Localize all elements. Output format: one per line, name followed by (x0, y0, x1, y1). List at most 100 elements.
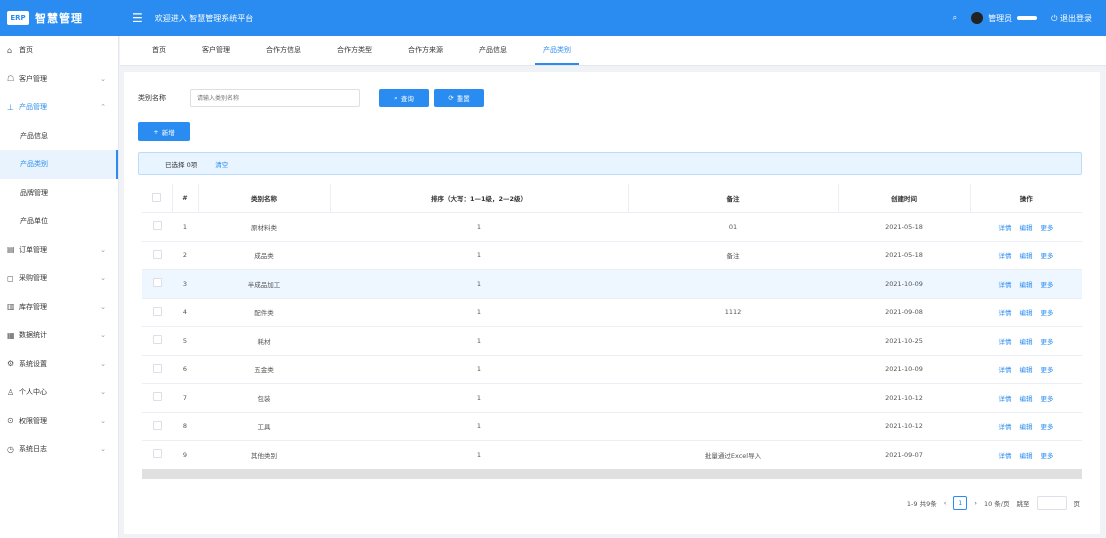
detail-link[interactable]: 详情 (999, 338, 1012, 346)
search-row: 类别名称 (138, 89, 360, 107)
row-checkbox[interactable] (152, 278, 162, 288)
next-page-button[interactable]: › (974, 499, 977, 507)
edit-link[interactable]: 编辑 (1020, 395, 1033, 403)
user-menu[interactable]: 管理员 (971, 12, 1038, 24)
detail-link[interactable]: 详情 (999, 309, 1012, 317)
reset-button[interactable]: ⟳ 重置 (434, 89, 484, 107)
edit-link[interactable]: 编辑 (1020, 366, 1033, 374)
edit-link[interactable]: 编辑 (1020, 224, 1033, 232)
sidebar-item-10[interactable]: ▦ 数据统计 ⌄ (0, 321, 118, 350)
sidebar-item-6[interactable]: 产品单位 (0, 207, 118, 236)
row-date: 2021-10-25 (838, 326, 970, 356)
detail-link[interactable]: 详情 (999, 423, 1012, 431)
row-checkbox[interactable] (152, 363, 162, 373)
sidebar-item-12[interactable]: ♙ 个人中心 ⌄ (0, 378, 118, 407)
prev-page-button[interactable]: ‹ (944, 499, 947, 507)
search-icon[interactable]: ⌕ (953, 13, 957, 23)
table-row[interactable]: 9 其他类别 1 批量通过Excel导入 2021-09-07 详情 编辑 更多 (142, 440, 1082, 470)
tab-0[interactable]: 首页 (134, 35, 184, 65)
log-icon: ◷ (7, 444, 14, 454)
page-size-select[interactable]: 10 条/页 (984, 498, 1010, 508)
sidebar-item-1[interactable]: ☖ 客户管理 ⌄ (0, 65, 118, 94)
row-checkbox[interactable] (152, 392, 162, 402)
sidebar-item-0[interactable]: ⌂ 首页 (0, 36, 118, 65)
category-name-input[interactable] (190, 89, 360, 107)
add-button-label: 新增 (161, 128, 175, 137)
tab-bar: 首页 客户管理 合作方信息 合作方类型 合作方来源 产品信息 产品类别 (120, 36, 1106, 66)
more-link[interactable]: 更多 (1041, 366, 1054, 374)
table-row[interactable]: 4 配件类 1 1112 2021-09-08 详情 编辑 更多 (142, 298, 1082, 327)
select-all-checkbox[interactable] (152, 192, 162, 202)
sidebar-item-9[interactable]: ▥ 库存管理 ⌄ (0, 293, 118, 322)
sidebar-item-3[interactable]: 产品信息 (0, 122, 118, 151)
sidebar-item-2[interactable]: ⊥ 产品管理 ⌃ (0, 93, 118, 122)
table-row[interactable]: 5 耗材 1 2021-10-25 详情 编辑 更多 (142, 326, 1082, 356)
sidebar-item-5[interactable]: 品牌管理 (0, 179, 118, 208)
more-link[interactable]: 更多 (1041, 338, 1054, 346)
row-index: 9 (172, 440, 198, 470)
goto-page-input[interactable] (1036, 496, 1067, 510)
user-name: 管理员 (988, 13, 1013, 23)
tab-5[interactable]: 产品信息 (461, 35, 525, 65)
tab-6[interactable]: 产品类别 (525, 35, 589, 65)
edit-link[interactable]: 编辑 (1020, 309, 1033, 317)
more-link[interactable]: 更多 (1041, 395, 1054, 403)
sidebar-item-label: 订单管理 (19, 245, 47, 254)
row-checkbox[interactable] (152, 221, 162, 231)
more-link[interactable]: 更多 (1041, 224, 1054, 232)
row-checkbox-cell (142, 383, 172, 413)
search-icon: ⌕ (394, 93, 398, 102)
edit-link[interactable]: 编辑 (1020, 281, 1033, 289)
sidebar-item-4[interactable]: 产品类别 (0, 150, 118, 179)
table-row[interactable]: 1 原材料类 1 01 2021-05-18 详情 编辑 更多 (142, 212, 1082, 242)
tab-1[interactable]: 客户管理 (184, 35, 248, 65)
clear-selection-link[interactable]: 清空 (215, 159, 228, 169)
more-link[interactable]: 更多 (1041, 452, 1054, 460)
tab-2[interactable]: 合作方信息 (248, 35, 319, 65)
row-checkbox[interactable] (152, 335, 162, 345)
table-row[interactable]: 8 工具 1 2021-10-12 详情 编辑 更多 (142, 412, 1082, 441)
row-checkbox[interactable] (152, 449, 162, 459)
add-button[interactable]: + 新增 (138, 122, 190, 141)
row-checkbox-cell (142, 269, 172, 299)
row-sort: 1 (330, 298, 628, 327)
edit-link[interactable]: 编辑 (1020, 252, 1033, 260)
detail-link[interactable]: 详情 (999, 395, 1012, 403)
logout-label: 退出登录 (1060, 13, 1092, 23)
table-row[interactable]: 7 包装 1 2021-10-12 详情 编辑 更多 (142, 383, 1082, 413)
sidebar-item-14[interactable]: ◷ 系统日志 ⌄ (0, 435, 118, 464)
page-1-button[interactable]: 1 (953, 496, 968, 510)
detail-link[interactable]: 详情 (999, 252, 1012, 260)
more-link[interactable]: 更多 (1041, 252, 1054, 260)
more-link[interactable]: 更多 (1041, 281, 1054, 289)
row-checkbox[interactable] (152, 306, 162, 316)
menu-toggle-icon[interactable]: ☰ (132, 11, 143, 25)
horizontal-scrollbar[interactable] (142, 469, 1082, 479)
detail-link[interactable]: 详情 (999, 452, 1012, 460)
table-row[interactable]: 2 成品类 1 备注 2021-05-18 详情 编辑 更多 (142, 241, 1082, 270)
sidebar-item-8[interactable]: ◻ 采购管理 ⌄ (0, 264, 118, 293)
edit-link[interactable]: 编辑 (1020, 338, 1033, 346)
sidebar-item-13[interactable]: ⊙ 权限管理 ⌄ (0, 407, 118, 436)
more-link[interactable]: 更多 (1041, 423, 1054, 431)
row-remark (628, 355, 838, 384)
detail-link[interactable]: 详情 (999, 281, 1012, 289)
edit-link[interactable]: 编辑 (1020, 452, 1033, 460)
row-checkbox[interactable] (152, 249, 162, 259)
table-row[interactable]: 3 半成品加工 1 2021-10-09 详情 编辑 更多 (142, 269, 1082, 299)
detail-link[interactable]: 详情 (999, 224, 1012, 232)
search-button[interactable]: ⌕ 查询 (379, 89, 429, 107)
sidebar-item-7[interactable]: ▤ 订单管理 ⌄ (0, 236, 118, 265)
tab-4[interactable]: 合作方来源 (390, 35, 461, 65)
row-index: 4 (172, 298, 198, 327)
logout-button[interactable]: ⏻ 退出登录 (1051, 13, 1092, 24)
row-actions: 详情 编辑 更多 (970, 298, 1082, 327)
tab-3[interactable]: 合作方类型 (319, 35, 390, 65)
sidebar-item-11[interactable]: ⚙ 系统设置 ⌄ (0, 350, 118, 379)
gear-icon: ⚙ (7, 359, 15, 369)
table-row[interactable]: 6 五金类 1 2021-10-09 详情 编辑 更多 (142, 355, 1082, 384)
detail-link[interactable]: 详情 (999, 366, 1012, 374)
edit-link[interactable]: 编辑 (1020, 423, 1033, 431)
row-checkbox[interactable] (152, 420, 162, 430)
more-link[interactable]: 更多 (1041, 309, 1054, 317)
